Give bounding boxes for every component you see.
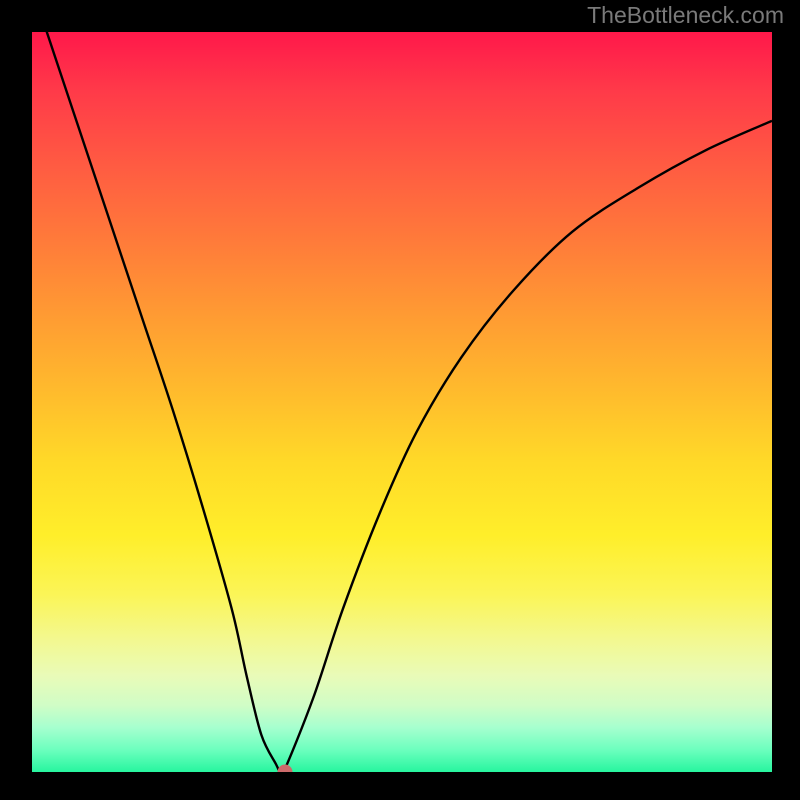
- chart-frame: TheBottleneck.com: [0, 0, 800, 800]
- bottleneck-curve: [32, 32, 772, 772]
- plot-area: [32, 32, 772, 772]
- watermark-text: TheBottleneck.com: [587, 2, 784, 29]
